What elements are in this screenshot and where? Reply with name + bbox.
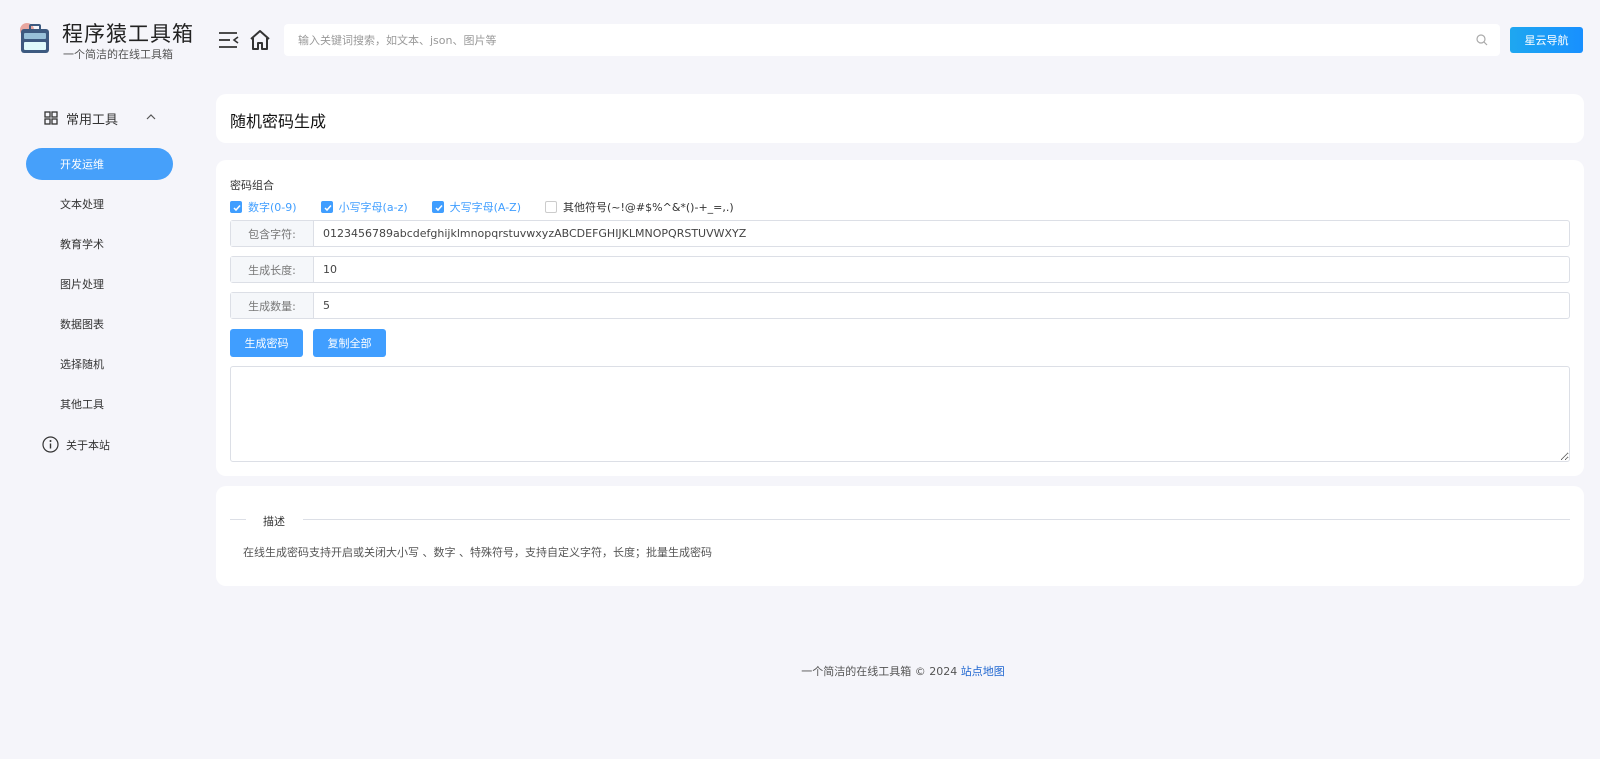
home-icon[interactable] — [248, 28, 272, 52]
output-textarea[interactable] — [230, 366, 1570, 462]
checkbox-checked-icon[interactable] — [431, 201, 444, 213]
chevron-up-icon[interactable] — [146, 112, 156, 122]
sidebar-item-random[interactable]: 选择随机 — [26, 348, 173, 380]
site-title[interactable]: 程序猿工具箱 — [62, 18, 194, 48]
checkbox-checked-icon[interactable] — [230, 201, 242, 213]
site-subtitle: 一个简洁的在线工具箱 — [63, 48, 173, 61]
info-icon — [42, 436, 59, 453]
checkbox-uppercase[interactable]: 大写字母(A-Z) — [431, 199, 522, 215]
checkbox-unchecked-icon[interactable] — [545, 201, 558, 213]
copy-all-button[interactable]: 复制全部 — [313, 329, 386, 357]
sitemap-link[interactable]: 站点地图 — [961, 665, 1005, 678]
sidebar-item-education[interactable]: 教育学术 — [26, 228, 173, 260]
page-title: 随机密码生成 — [230, 112, 327, 131]
footer-text: 一个简洁的在线工具箱 © 2024 — [801, 665, 961, 678]
menu-collapse-icon[interactable] — [218, 30, 240, 50]
checkbox-symbols[interactable]: 其他符号(~!@#$%^&*()-+_=,.) — [545, 199, 734, 215]
count-field: 生成数量: — [230, 292, 1570, 319]
checkbox-digits-label: 数字(0-9) — [248, 201, 297, 214]
description-title: 描述 — [263, 515, 285, 528]
title-card — [216, 94, 1584, 143]
chars-input[interactable] — [314, 221, 1569, 246]
password-combo-label: 密码组合 — [230, 179, 274, 192]
sidebar-item-charts[interactable]: 数据图表 — [26, 308, 173, 340]
divider — [230, 519, 246, 520]
checkbox-checked-icon[interactable] — [320, 201, 333, 213]
sidebar-item-image[interactable]: 图片处理 — [26, 268, 173, 300]
length-input[interactable] — [314, 257, 1569, 282]
count-input[interactable] — [314, 293, 1569, 318]
checkbox-row: 数字(0-9) 小写字母(a-z) 大写字母(A-Z) 其他符号(~!@#$%^… — [230, 199, 758, 215]
search-box — [284, 24, 1500, 56]
description-card — [216, 486, 1584, 586]
checkbox-digits[interactable]: 数字(0-9) — [230, 199, 297, 215]
sidebar-item-other[interactable]: 其他工具 — [26, 388, 173, 420]
length-label: 生成长度: — [231, 257, 314, 282]
footer: 一个简洁的在线工具箱 © 2024 站点地图 — [0, 663, 1600, 679]
sidebar-item-devops[interactable]: 开发运维 — [26, 148, 173, 180]
generate-password-button[interactable]: 生成密码 — [230, 329, 303, 357]
checkbox-lowercase-label: 小写字母(a-z) — [338, 201, 408, 214]
checkbox-uppercase-label: 大写字母(A-Z) — [449, 201, 522, 214]
nebula-nav-button[interactable]: 星云导航 — [1510, 27, 1583, 53]
toolbox-logo-icon[interactable] — [18, 20, 52, 56]
sidebar-item-about[interactable]: 关于本站 — [42, 436, 110, 453]
description-text: 在线生成密码支持开启或关闭大小写 、数字 、特殊符号，支持自定义字符，长度；批量… — [243, 546, 712, 559]
sidebar-group-common-tools[interactable]: 常用工具 — [44, 108, 164, 128]
header: 程序猿工具箱 一个简洁的在线工具箱 星云导航 — [0, 0, 1600, 80]
checkbox-symbols-label: 其他符号(~!@#$%^&*()-+_=,.) — [563, 201, 734, 214]
divider — [303, 519, 1570, 520]
checkbox-lowercase[interactable]: 小写字母(a-z) — [320, 199, 408, 215]
search-input[interactable] — [284, 24, 1464, 56]
grid-icon — [44, 111, 58, 125]
length-field: 生成长度: — [230, 256, 1570, 283]
chars-label: 包含字符: — [231, 221, 314, 246]
sidebar-group-label: 常用工具 — [66, 112, 119, 128]
about-label: 关于本站 — [66, 438, 110, 452]
search-icon[interactable] — [1476, 34, 1488, 46]
count-label: 生成数量: — [231, 293, 314, 318]
sidebar-item-text[interactable]: 文本处理 — [26, 188, 173, 220]
chars-field: 包含字符: — [230, 220, 1570, 247]
